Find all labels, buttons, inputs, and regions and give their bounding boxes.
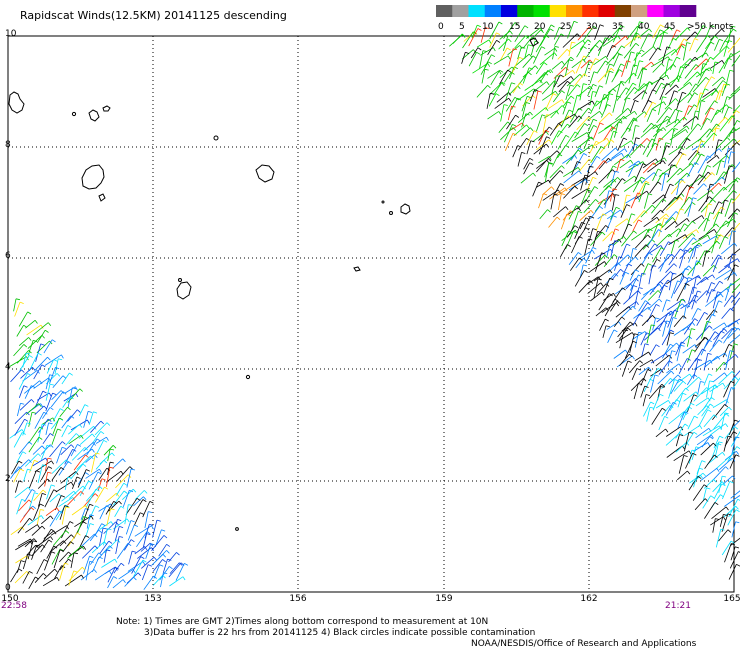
legend-swatch: [436, 5, 453, 17]
legend-swatch: [533, 5, 551, 17]
legend-swatch: [647, 5, 664, 17]
x-tick-label: 153: [144, 594, 161, 604]
legend-swatch: [501, 5, 518, 17]
legend-label: 15: [509, 22, 520, 32]
wind-map: 10 8 6 4 2 0 150 153 156 159 162 165 22:…: [1, 20, 740, 649]
legend-label: 35: [612, 22, 623, 32]
legend-color-bar: [436, 5, 697, 17]
note-line-2: 3)Data buffer is 22 hrs from 20141125 4)…: [144, 628, 535, 638]
legend-swatch: [614, 5, 632, 17]
legend-label: >50 knots: [687, 22, 734, 32]
legend-swatch: [566, 5, 583, 17]
y-tick-label: 8: [5, 140, 11, 150]
legend-swatch: [484, 5, 502, 17]
legend-swatch: [468, 5, 486, 17]
legend-swatch: [517, 5, 534, 17]
legend-swatch: [549, 5, 567, 17]
legend-swatch: [452, 5, 469, 17]
y-tick-label: 2: [5, 474, 11, 484]
x-tick-label: 159: [435, 594, 452, 604]
legend-swatch: [663, 5, 681, 17]
legend-label: 0: [438, 22, 444, 32]
note-line-1: Note: 1) Times are GMT 2)Times along bot…: [116, 617, 488, 627]
legend-swatch: [582, 5, 599, 17]
y-tick-label: 0: [5, 583, 11, 593]
credit-line: NOAA/NESDIS/Office of Research and Appli…: [471, 639, 697, 649]
y-tick-label: 4: [5, 362, 11, 372]
notes: Note: 1) Times are GMT 2)Times along bot…: [116, 617, 697, 649]
legend-label: 40: [638, 22, 650, 32]
legend-label: 30: [586, 22, 598, 32]
speed-legend: 0 5 10 15 20 25 30 35 40 45 >50 knots: [436, 5, 736, 37]
legend-label: 45: [664, 22, 675, 32]
x-tick-label: 162: [580, 594, 597, 604]
legend-swatch: [631, 5, 648, 17]
legend-label: 25: [560, 22, 571, 32]
x-tick-label: 165: [723, 594, 740, 604]
legend-label: 20: [534, 22, 546, 32]
legend-label: 5: [459, 22, 465, 32]
legend-label: 10: [482, 22, 494, 32]
time-label-right: 21:21: [665, 601, 691, 611]
legend-swatch: [598, 5, 616, 17]
time-label-left: 22:58: [1, 601, 27, 611]
y-tick-label: 10: [5, 29, 17, 39]
x-axis: 150 153 156 159 162 165: [1, 594, 740, 604]
y-tick-label: 6: [5, 251, 11, 261]
x-tick-label: 156: [289, 594, 306, 604]
legend-swatch: [679, 5, 697, 17]
